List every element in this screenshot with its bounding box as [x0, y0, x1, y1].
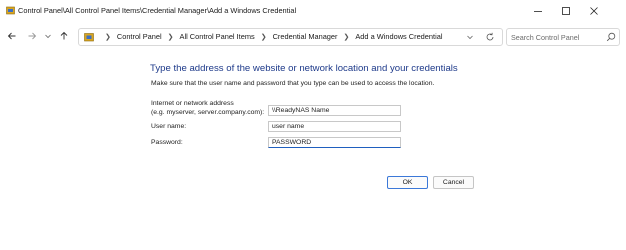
recent-locations-chevron-icon[interactable]: [40, 28, 56, 44]
network-address-field[interactable]: [268, 105, 401, 116]
breadcrumb-chevron-icon[interactable]: ❯: [168, 33, 174, 41]
maximize-button[interactable]: [552, 0, 580, 22]
breadcrumb-credential-manager[interactable]: Credential Manager: [273, 32, 338, 41]
page-subheading: Make sure that the user name and passwor…: [151, 80, 435, 87]
title-bar: Control Panel\All Control Panel Items\Cr…: [0, 0, 626, 22]
close-button[interactable]: [580, 0, 608, 22]
address-box[interactable]: ❯ Control Panel ❯ All Control Panel Item…: [78, 28, 503, 46]
minimize-button[interactable]: [524, 0, 552, 22]
address-bar-row: ❯ Control Panel ❯ All Control Panel Item…: [0, 22, 626, 50]
password-label: Password:: [151, 139, 183, 146]
forward-arrow-icon[interactable]: [24, 28, 40, 44]
main-content: Type the address of the website or netwo…: [0, 50, 626, 250]
username-label: User name:: [151, 123, 187, 130]
breadcrumb-chevron-icon[interactable]: ❯: [261, 33, 267, 41]
control-panel-folder-icon: [84, 32, 94, 42]
refresh-icon[interactable]: [484, 31, 496, 43]
breadcrumb-all-control-panel-items[interactable]: All Control Panel Items: [180, 32, 255, 41]
breadcrumb: ❯ Control Panel ❯ All Control Panel Item…: [99, 32, 442, 41]
breadcrumb-control-panel[interactable]: Control Panel: [117, 32, 162, 41]
search-input[interactable]: [511, 31, 603, 43]
back-arrow-icon[interactable]: [4, 28, 20, 44]
password-field[interactable]: [268, 137, 401, 148]
address-history-chevron-icon[interactable]: [464, 31, 476, 43]
breadcrumb-chevron-icon[interactable]: ❯: [344, 33, 350, 41]
search-icon[interactable]: [606, 32, 616, 44]
cancel-button[interactable]: Cancel: [433, 176, 474, 189]
address-label: Internet or network address (e.g. myserv…: [151, 100, 264, 117]
address-label-line1: Internet or network address: [151, 100, 234, 107]
username-field[interactable]: [268, 121, 401, 132]
control-panel-icon: [6, 6, 15, 15]
page-heading: Type the address of the website or netwo…: [150, 63, 458, 74]
ok-button[interactable]: OK: [387, 176, 428, 189]
search-box[interactable]: [506, 28, 620, 46]
up-arrow-icon[interactable]: [56, 28, 72, 44]
breadcrumb-chevron-icon[interactable]: ❯: [105, 33, 111, 41]
address-label-line2: (e.g. myserver, server.company.com):: [151, 108, 265, 116]
breadcrumb-add-windows-credential[interactable]: Add a Windows Credential: [355, 32, 442, 41]
window-title: Control Panel\All Control Panel Items\Cr…: [18, 6, 297, 15]
